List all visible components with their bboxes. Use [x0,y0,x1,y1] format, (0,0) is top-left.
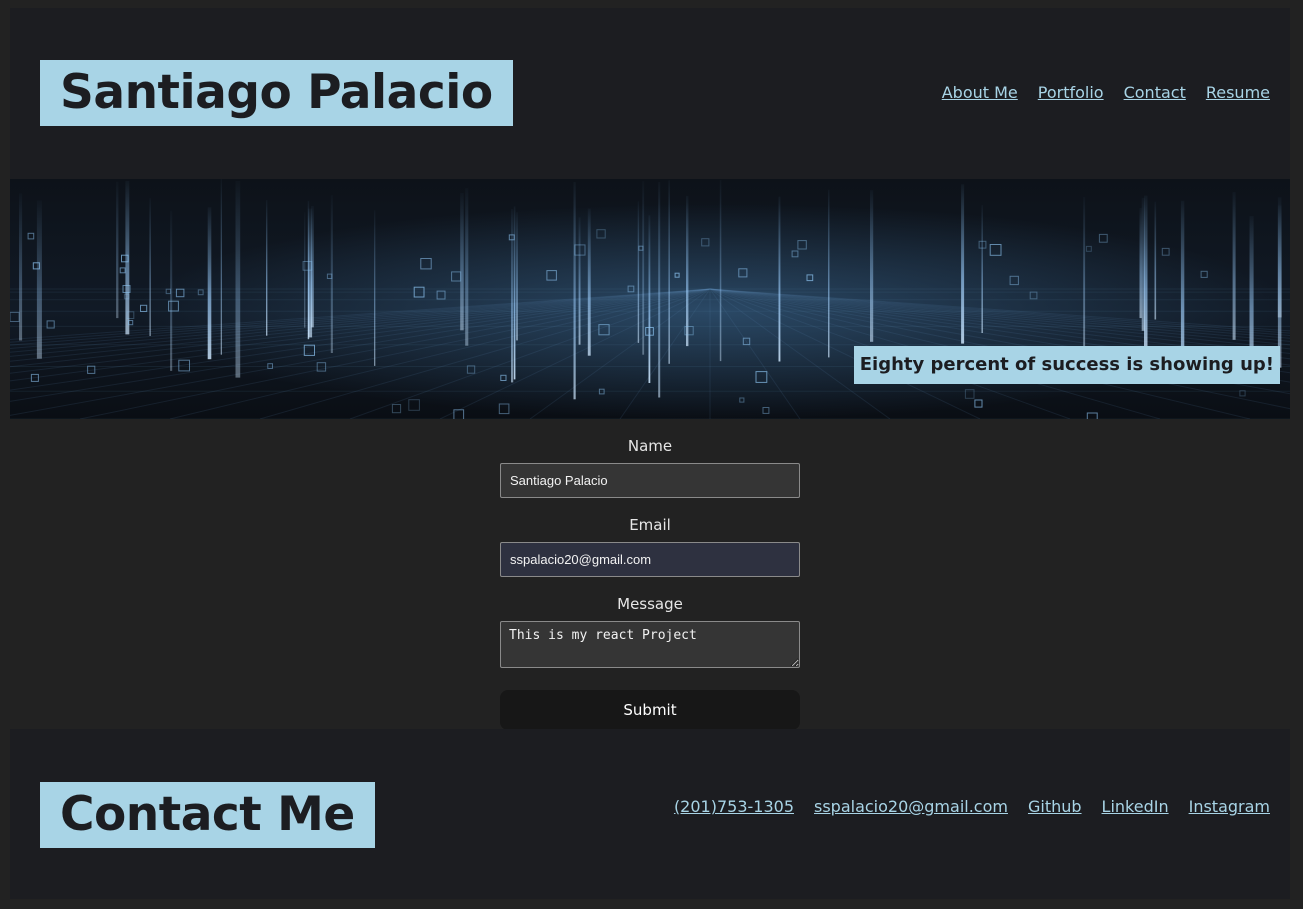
name-input[interactable] [500,463,800,498]
name-label: Name [627,437,673,455]
nav-link-about-me[interactable]: About Me [942,82,1018,104]
site-header: Santiago Palacio About Me Portfolio Cont… [10,8,1290,179]
footer-link-instagram[interactable]: Instagram [1189,796,1270,818]
nav-link-resume[interactable]: Resume [1206,82,1270,104]
submit-button[interactable]: Submit [500,690,800,730]
footer-link-github[interactable]: Github [1028,796,1082,818]
footer-link-linkedin[interactable]: LinkedIn [1102,796,1169,818]
hero-quote: Eighty percent of success is showing up! [853,346,1280,384]
main-nav: About Me Portfolio Contact Resume [942,82,1270,104]
footer-link-email[interactable]: sspalacio20@gmail.com [814,796,1008,818]
nav-link-contact[interactable]: Contact [1124,82,1186,104]
footer-link-phone[interactable]: (201)753-1305 [674,796,794,818]
footer-links: (201)753-1305 sspalacio20@gmail.com Gith… [674,796,1270,818]
email-input[interactable] [500,542,800,577]
site-footer: Contact Me (201)753-1305 sspalacio20@gma… [10,729,1290,899]
hero-banner: Eighty percent of success is showing up! [10,179,1290,419]
nav-link-portfolio[interactable]: Portfolio [1038,82,1104,104]
footer-title: Contact Me [40,782,375,848]
contact-form: Name Email Message This is my react Proj… [500,434,800,730]
site-title: Santiago Palacio [40,60,513,126]
message-label: Message [617,595,683,613]
email-label: Email [629,516,671,534]
message-textarea[interactable]: This is my react Project [500,621,800,668]
